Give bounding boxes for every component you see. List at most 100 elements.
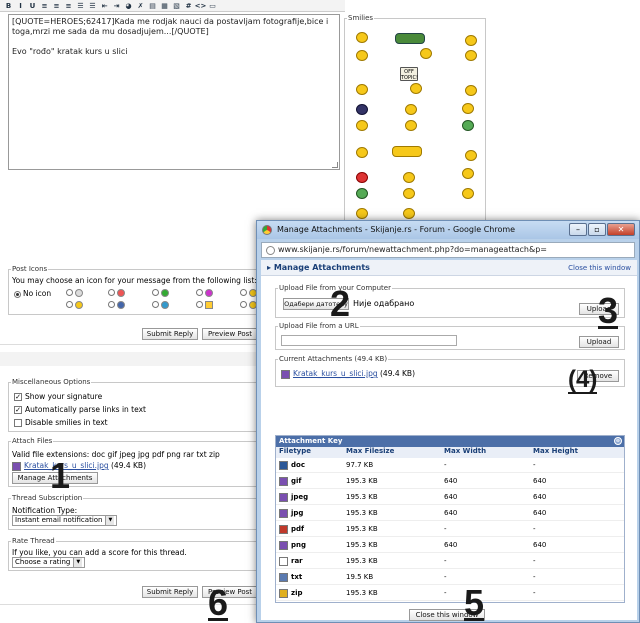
close-this-window-link[interactable]: Close this window (568, 260, 631, 276)
smilie-icon[interactable] (405, 120, 417, 131)
disable-smilies-option[interactable]: Disable smilies in text (14, 418, 108, 427)
post-icon-option[interactable] (66, 288, 83, 297)
toolbar-button[interactable]: ≡ (40, 1, 49, 10)
current-attachment-link[interactable]: Kratak_kurs_u_slici.jpg (293, 369, 378, 378)
post-icon-option[interactable] (66, 300, 83, 309)
toolbar-button[interactable]: ▭ (208, 1, 217, 10)
collapse-icon[interactable]: ⊖ (614, 437, 622, 445)
smilie-icon[interactable] (356, 50, 368, 61)
smilie-icon[interactable] (410, 83, 422, 94)
notification-type-label: Notification Type: (12, 506, 78, 515)
toolbar-button[interactable]: ☰ (88, 1, 97, 10)
filetype-icon (279, 492, 288, 502)
toolbar-button[interactable]: ▧ (172, 1, 181, 10)
smilie-icon[interactable] (403, 208, 415, 219)
chevron-down-icon: ▼ (105, 516, 115, 525)
toolbar-button[interactable]: ≡ (64, 1, 73, 10)
image-file-icon (281, 369, 290, 379)
smilie-icon[interactable] (465, 50, 477, 61)
rating-select[interactable]: Choose a rating ▼ (12, 557, 86, 568)
post-icon-option[interactable] (240, 288, 257, 297)
off-topic-sign-icon[interactable]: OFF TOPIC! (400, 67, 418, 81)
document-icon (75, 288, 83, 297)
url-input[interactable] (281, 335, 457, 346)
submit-reply-button[interactable]: Submit Reply (142, 328, 198, 340)
attachment-key-header: Attachment Key ⊖ (276, 436, 624, 447)
rate-thread-legend: Rate Thread (12, 537, 55, 545)
annotation-1: 1 (50, 455, 71, 496)
smile-icon (161, 288, 169, 297)
smilie-icon[interactable] (356, 104, 368, 115)
smilie-icon[interactable] (462, 188, 474, 199)
submit-reply-button-bottom[interactable]: Submit Reply (142, 586, 198, 598)
smilie-icon[interactable] (462, 120, 474, 131)
smilie-icon[interactable] (356, 84, 368, 95)
toolbar-button[interactable]: ✗ (136, 1, 145, 10)
maximize-button[interactable]: ▫ (588, 223, 606, 236)
toolbar-button[interactable]: I (16, 1, 25, 10)
toolbar-button[interactable]: U (28, 1, 37, 10)
post-icon-option[interactable] (108, 300, 125, 309)
valid-extensions-text: Valid file extensions: doc gif jpeg jpg … (12, 450, 220, 459)
attachment-key-row: pdf 195.3 KB - - (276, 522, 624, 537)
toolbar-button[interactable]: <> (195, 1, 207, 10)
address-bar[interactable]: www.skijanje.rs/forum/newattachment.php?… (261, 242, 635, 258)
toolbar-button[interactable]: ≡ (52, 1, 61, 10)
smilie-icon[interactable] (356, 208, 368, 219)
smilie-icon[interactable] (465, 35, 477, 46)
column-filetype: Filetype (279, 447, 311, 455)
question-icon (161, 300, 169, 309)
minimize-button[interactable]: – (569, 223, 587, 236)
smilie-icon[interactable] (465, 150, 477, 161)
filetype-icon (279, 476, 288, 486)
smilie-icon[interactable] (405, 104, 417, 115)
parse-links-option[interactable]: ✓ Automatically parse links in text (14, 405, 146, 414)
smilie-icon[interactable] (356, 120, 368, 131)
smilie-gun-icon[interactable] (395, 33, 425, 44)
post-icon-option[interactable] (108, 288, 125, 297)
no-icon-radio[interactable] (14, 290, 21, 298)
chrome-icon (262, 225, 272, 235)
post-icon-option[interactable] (152, 300, 169, 309)
smilie-icon[interactable] (420, 48, 432, 59)
grin-icon (75, 300, 83, 309)
toolbar-button[interactable]: ◕ (124, 1, 133, 10)
no-icon-option[interactable]: No icon (14, 289, 51, 298)
toolbar-button[interactable]: B (4, 1, 13, 10)
smilie-icon[interactable] (403, 172, 415, 183)
smilie-icon[interactable] (462, 168, 474, 179)
parse-links-checkbox[interactable]: ✓ (14, 406, 22, 414)
toolbar-button[interactable]: ▦ (160, 1, 169, 10)
post-icon-option[interactable] (196, 288, 213, 297)
toolbar-button[interactable]: # (184, 1, 193, 10)
smilie-icon[interactable] (356, 172, 368, 183)
attachment-key-row: jpg 195.3 KB 640 640 (276, 506, 624, 521)
column-max-filesize: Max Filesize (346, 447, 395, 455)
smilie-icon[interactable] (356, 147, 368, 158)
smilie-icon[interactable] (462, 103, 474, 114)
toolbar-button[interactable]: ☰ (76, 1, 85, 10)
show-signature-checkbox[interactable]: ✓ (14, 393, 22, 401)
toolbar-button[interactable]: ⇤ (100, 1, 109, 10)
smilie-icon[interactable] (356, 188, 368, 199)
smilie-icon[interactable] (356, 32, 368, 43)
toolbar-button[interactable]: ▤ (148, 1, 157, 10)
filetype-icon (279, 572, 288, 582)
post-icon-option[interactable] (196, 300, 213, 309)
filetype-icon (279, 556, 288, 566)
disable-smilies-checkbox[interactable] (14, 419, 22, 427)
post-icon-option[interactable] (152, 288, 169, 297)
show-signature-option[interactable]: ✓ Show your signature (14, 392, 102, 401)
smilie-group-icon[interactable] (392, 146, 422, 157)
resize-grip[interactable] (332, 162, 338, 168)
smilie-icon[interactable] (465, 85, 477, 96)
toolbar-button[interactable]: ⇥ (112, 1, 121, 10)
upload-url-button[interactable]: Upload (579, 336, 619, 348)
preview-post-button[interactable]: Preview Post (202, 328, 258, 340)
post-icon-option[interactable] (240, 300, 257, 309)
close-window-button[interactable]: ✕ (607, 223, 635, 236)
notification-type-select[interactable]: Instant email notification ▼ (12, 515, 118, 526)
image-file-icon (12, 461, 21, 471)
message-editor[interactable]: [QUOTE=HEROES;62417]Kada me rodjak nauci… (8, 14, 340, 170)
smilie-icon[interactable] (403, 188, 415, 199)
